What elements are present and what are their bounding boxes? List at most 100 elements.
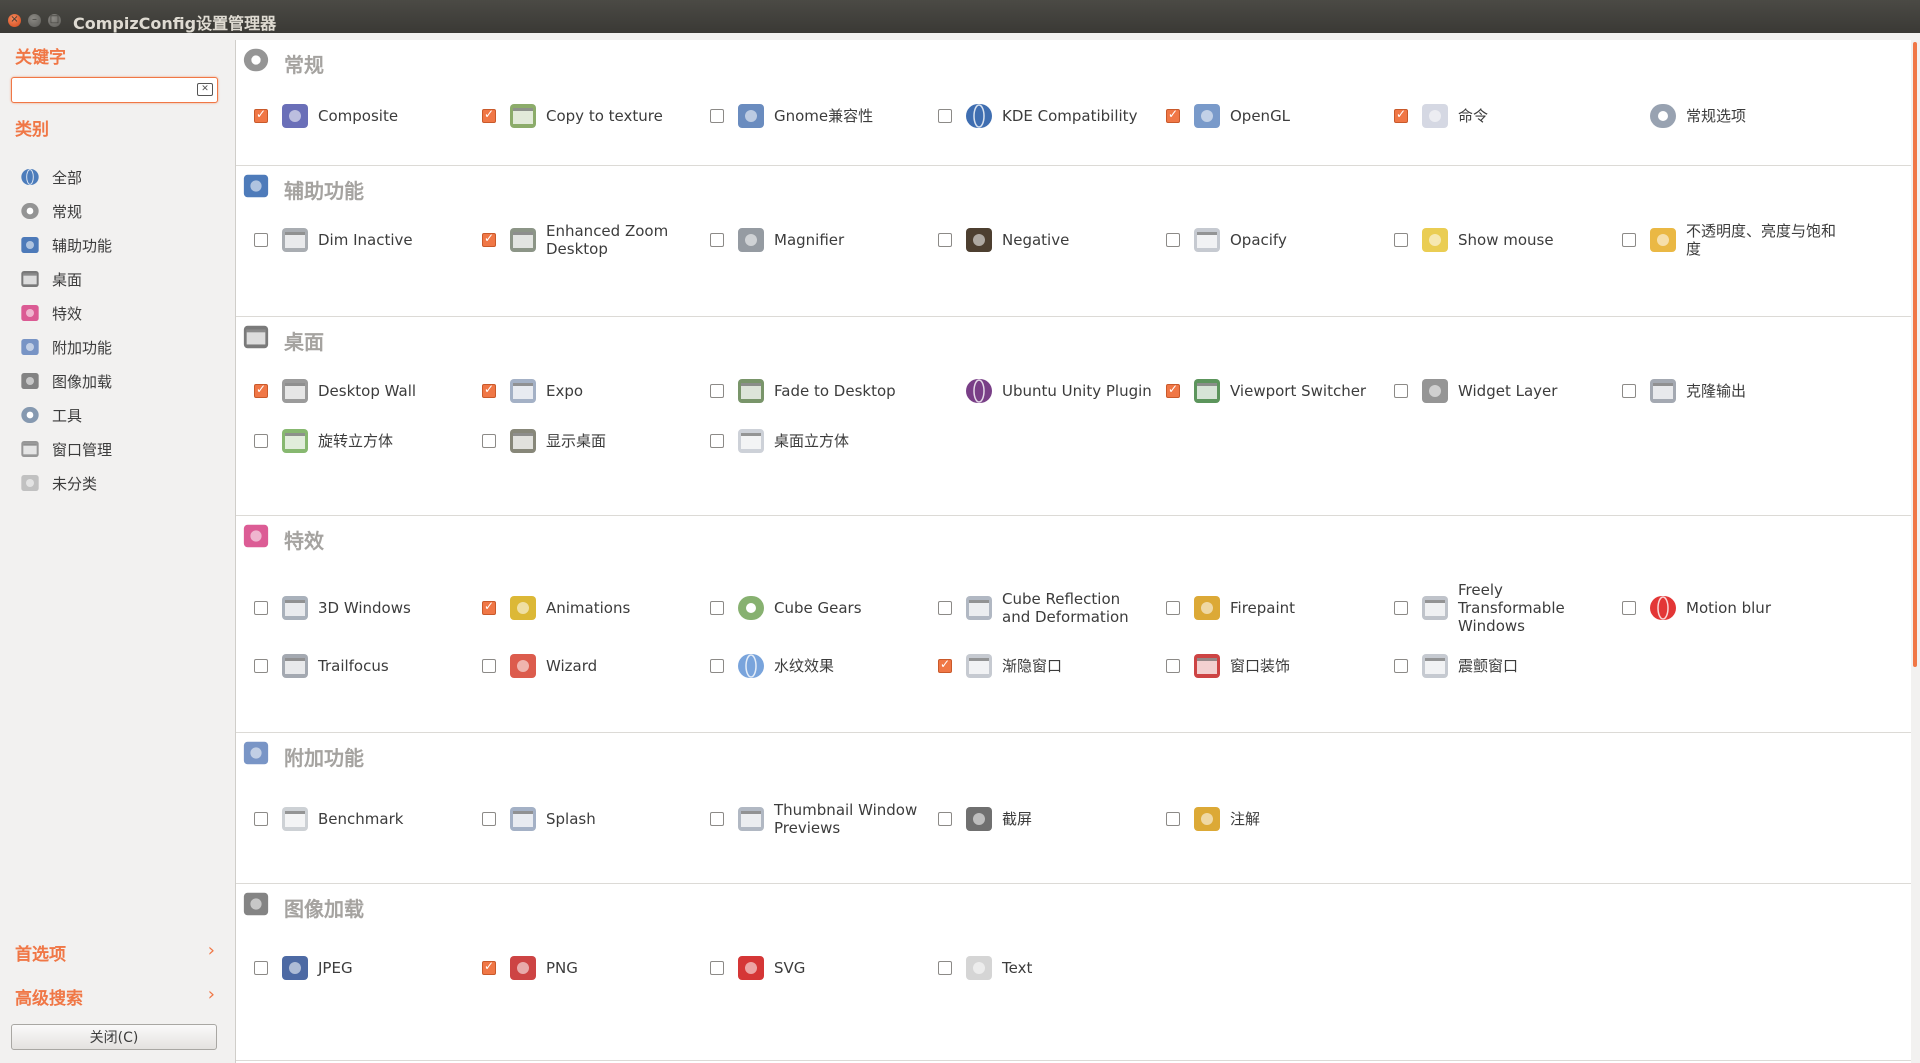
clear-search-icon[interactable]: ✕: [197, 83, 213, 96]
close-button[interactable]: 关闭(C): [11, 1024, 217, 1050]
plugin-item[interactable]: Cube Gears: [692, 588, 920, 628]
plugin-item[interactable]: Freely Transformable Windows: [1376, 581, 1604, 635]
preferences-expander[interactable]: 首选项 ›: [15, 940, 215, 965]
plugin-item[interactable]: 3D Windows: [236, 588, 464, 628]
plugin-enable-checkbox[interactable]: [482, 434, 496, 448]
plugin-item[interactable]: Cube Reflection and Deformation: [920, 588, 1148, 628]
plugin-enable-checkbox[interactable]: [938, 233, 952, 247]
plugin-enable-checkbox[interactable]: [254, 659, 268, 673]
plugin-item[interactable]: 显示桌面: [464, 421, 692, 461]
plugin-enable-checkbox[interactable]: [710, 384, 724, 398]
plugin-enable-checkbox[interactable]: [938, 601, 952, 615]
category-item-9[interactable]: 未分类: [20, 471, 220, 495]
plugin-item[interactable]: Negative: [920, 220, 1148, 260]
plugin-enable-checkbox[interactable]: [1394, 233, 1408, 247]
plugin-enable-checkbox[interactable]: [938, 657, 952, 673]
window-maximize-button[interactable]: □: [48, 14, 61, 27]
plugin-item[interactable]: 克隆输出: [1604, 371, 1832, 411]
search-input[interactable]: [15, 81, 199, 100]
plugin-item[interactable]: Thumbnail Window Previews: [692, 799, 920, 839]
plugin-enable-checkbox[interactable]: [1622, 233, 1636, 247]
advanced-search-expander[interactable]: 高级搜索 ›: [15, 984, 215, 1009]
plugin-enable-checkbox[interactable]: [482, 659, 496, 673]
window-minimize-button[interactable]: –: [28, 14, 41, 27]
plugin-item[interactable]: 震颤窗口: [1376, 646, 1604, 686]
plugin-item[interactable]: SVG: [692, 948, 920, 988]
category-item-4[interactable]: 特效: [20, 301, 220, 325]
plugin-enable-checkbox[interactable]: [1394, 384, 1408, 398]
search-field[interactable]: ✕: [11, 77, 218, 103]
plugin-enable-checkbox[interactable]: [938, 961, 952, 975]
plugin-item[interactable]: Fade to Desktop: [692, 371, 920, 411]
plugin-item[interactable]: Desktop Wall: [236, 371, 464, 411]
plugin-item[interactable]: Gnome兼容性: [692, 96, 920, 136]
plugin-enable-checkbox[interactable]: [254, 601, 268, 615]
plugin-item[interactable]: KDE Compatibility: [920, 96, 1148, 136]
plugin-item[interactable]: Firepaint: [1148, 588, 1376, 628]
category-item-2[interactable]: 辅助功能: [20, 233, 220, 257]
plugin-item[interactable]: 命令: [1376, 96, 1604, 136]
category-item-0[interactable]: 全部: [20, 165, 220, 189]
plugin-enable-checkbox[interactable]: [710, 812, 724, 826]
plugin-enable-checkbox[interactable]: [482, 812, 496, 826]
window-close-button[interactable]: ×: [8, 14, 21, 27]
plugin-enable-checkbox[interactable]: [1394, 107, 1408, 123]
plugin-item[interactable]: 水纹效果: [692, 646, 920, 686]
category-item-1[interactable]: 常规: [20, 199, 220, 223]
plugin-item[interactable]: Motion blur: [1604, 588, 1832, 628]
plugin-enable-checkbox[interactable]: [1166, 659, 1180, 673]
plugin-item[interactable]: Expo: [464, 371, 692, 411]
plugin-enable-checkbox[interactable]: [254, 812, 268, 826]
category-item-6[interactable]: 图像加载: [20, 369, 220, 393]
plugin-enable-checkbox[interactable]: [1622, 384, 1636, 398]
plugin-item[interactable]: Dim Inactive: [236, 220, 464, 260]
plugin-item[interactable]: PNG: [464, 948, 692, 988]
plugin-enable-checkbox[interactable]: [1166, 382, 1180, 398]
category-item-3[interactable]: 桌面: [20, 267, 220, 291]
plugin-enable-checkbox[interactable]: [482, 231, 496, 247]
plugin-item[interactable]: 不透明度、亮度与饱和度: [1604, 220, 1836, 260]
plugin-enable-checkbox[interactable]: [1166, 601, 1180, 615]
scrollbar-thumb[interactable]: [1913, 42, 1917, 667]
plugin-item[interactable]: 窗口装饰: [1148, 646, 1376, 686]
plugin-item[interactable]: 桌面立方体: [692, 421, 920, 461]
plugin-enable-checkbox[interactable]: [1394, 601, 1408, 615]
plugin-enable-checkbox[interactable]: [1622, 601, 1636, 615]
plugin-enable-checkbox[interactable]: [710, 233, 724, 247]
plugin-enable-checkbox[interactable]: [482, 959, 496, 975]
plugin-enable-checkbox[interactable]: [938, 812, 952, 826]
plugin-item[interactable]: 旋转立方体: [236, 421, 464, 461]
plugin-item[interactable]: Viewport Switcher: [1148, 371, 1376, 411]
category-item-7[interactable]: 工具: [20, 403, 220, 427]
plugin-enable-checkbox[interactable]: [1394, 659, 1408, 673]
plugin-item[interactable]: Text: [920, 948, 1148, 988]
plugin-enable-checkbox[interactable]: [254, 233, 268, 247]
plugin-item[interactable]: Benchmark: [236, 799, 464, 839]
plugin-item[interactable]: Copy to texture: [464, 96, 692, 136]
plugin-item[interactable]: Show mouse: [1376, 220, 1604, 260]
plugin-enable-checkbox[interactable]: [710, 434, 724, 448]
plugin-item[interactable]: JPEG: [236, 948, 464, 988]
plugin-item[interactable]: 注解: [1148, 799, 1376, 839]
plugin-item[interactable]: Wizard: [464, 646, 692, 686]
plugin-enable-checkbox[interactable]: [1166, 233, 1180, 247]
plugin-item[interactable]: 常规选项: [1604, 96, 1832, 136]
plugin-enable-checkbox[interactable]: [482, 107, 496, 123]
category-item-8[interactable]: 窗口管理: [20, 437, 220, 461]
plugin-enable-checkbox[interactable]: [1166, 812, 1180, 826]
plugin-enable-checkbox[interactable]: [482, 382, 496, 398]
plugin-item[interactable]: Splash: [464, 799, 692, 839]
plugin-item[interactable]: OpenGL: [1148, 96, 1376, 136]
plugin-item[interactable]: 渐隐窗口: [920, 646, 1148, 686]
plugin-enable-checkbox[interactable]: [710, 961, 724, 975]
plugin-item[interactable]: Composite: [236, 96, 464, 136]
plugin-enable-checkbox[interactable]: [254, 107, 268, 123]
plugin-item[interactable]: Widget Layer: [1376, 371, 1604, 411]
category-item-5[interactable]: 附加功能: [20, 335, 220, 359]
plugin-item[interactable]: 截屏: [920, 799, 1148, 839]
plugin-item[interactable]: Enhanced Zoom Desktop: [464, 220, 692, 260]
plugin-enable-checkbox[interactable]: [482, 599, 496, 615]
plugin-enable-checkbox[interactable]: [938, 109, 952, 123]
plugin-item[interactable]: Trailfocus: [236, 646, 464, 686]
plugin-enable-checkbox[interactable]: [710, 659, 724, 673]
